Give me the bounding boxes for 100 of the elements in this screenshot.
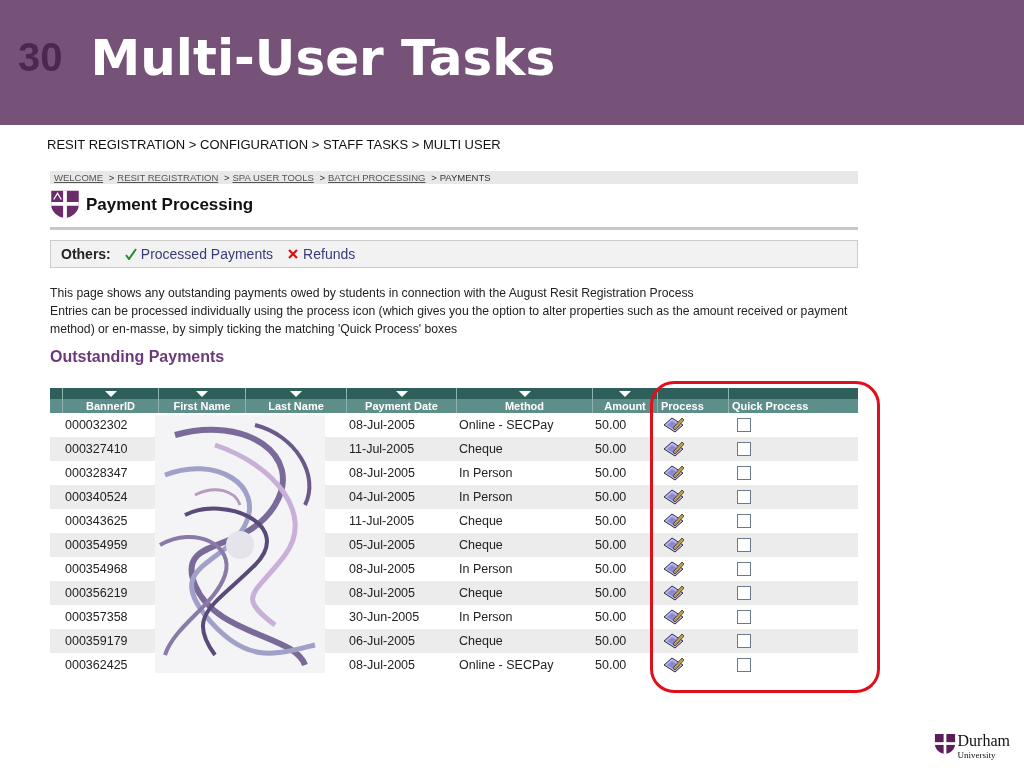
table-cell: 08-Jul-2005 [349, 658, 415, 672]
quick-process-checkbox[interactable] [737, 586, 751, 600]
table-cell: 000354968 [65, 562, 128, 576]
table-cell: 000362425 [65, 658, 128, 672]
description-text: This page shows any outstanding payments owed by students in connection with the August Resit Registration Process [50, 285, 695, 302]
quick-process-checkbox[interactable] [737, 490, 751, 504]
sort-arrow-icon [395, 390, 408, 397]
table-cell: 50.00 [595, 514, 627, 528]
pen-on-card-icon[interactable] [663, 488, 685, 506]
table-cell: 000354959 [65, 538, 128, 552]
table-cell: 000356219 [65, 586, 128, 600]
table-cell: 08-Jul-2005 [349, 586, 415, 600]
table-cell: 50.00 [595, 466, 627, 480]
pen-on-card-icon[interactable] [663, 560, 685, 578]
shield-logo-icon [933, 732, 956, 756]
table-cell: In Person [459, 562, 513, 576]
breadcrumb-link[interactable]: SPA USER TOOLS [232, 172, 314, 183]
breadcrumb-separator: > [108, 172, 115, 183]
table-cell: 08-Jul-2005 [349, 418, 415, 432]
sort-arrow-icon [196, 390, 208, 397]
table-cell: Online - SECPay [459, 658, 554, 672]
pen-on-card-icon[interactable] [663, 608, 685, 626]
table-cell: In Person [459, 466, 513, 480]
table-cell: 50.00 [595, 634, 627, 648]
column-header[interactable]: Payment Date [346, 388, 456, 413]
table-cell: Cheque [459, 634, 503, 648]
quick-process-checkbox[interactable] [737, 538, 751, 552]
table-cell: 08-Jul-2005 [349, 562, 415, 576]
table-cell: 50.00 [595, 418, 627, 432]
pen-on-card-icon[interactable] [663, 584, 685, 602]
others-label: Others: [61, 246, 111, 262]
breadcrumb-link[interactable]: BATCH PROCESSING [328, 172, 426, 183]
table-cell: 08-Jul-2005 [349, 466, 415, 480]
column-header[interactable]: Process [657, 388, 728, 413]
quick-process-checkbox[interactable] [737, 634, 751, 648]
table-cell: 11-Jul-2005 [349, 442, 415, 456]
pen-on-card-icon[interactable] [663, 536, 685, 554]
quick-process-checkbox[interactable] [737, 466, 751, 480]
table-cell: 05-Jul-2005 [349, 538, 415, 552]
column-header[interactable]: BannerID [62, 388, 158, 413]
pen-on-card-icon[interactable] [663, 512, 685, 530]
page-title: Payment Processing [86, 194, 254, 215]
breadcrumb-link[interactable]: RESIT REGISTRATION [117, 172, 219, 183]
quick-process-checkbox[interactable] [737, 418, 751, 432]
cross-icon [287, 248, 300, 260]
table-cell: 50.00 [595, 562, 627, 576]
table-cell: 50.00 [595, 490, 627, 504]
others-link[interactable]: Refunds [303, 246, 356, 262]
table-cell: Cheque [459, 442, 503, 456]
sort-arrow-icon [290, 390, 302, 397]
breadcrumb-link[interactable]: WELCOME [54, 172, 104, 183]
table-cell: 11-Jul-2005 [349, 514, 415, 528]
column-header[interactable]: Last Name [245, 388, 346, 413]
table-cell: In Person [459, 490, 513, 504]
table-cell: 000343625 [65, 514, 128, 528]
navigation-path: RESIT REGISTRATION > CONFIGURATION > STAFF TASKS > MULTI USER [47, 137, 501, 152]
column-header[interactable]: First Name [158, 388, 245, 413]
quick-process-checkbox[interactable] [737, 562, 751, 576]
table-cell: 000340524 [65, 490, 128, 504]
others-link[interactable]: Processed Payments [140, 246, 274, 262]
table-cell: 000327410 [65, 442, 128, 456]
table-cell: 50.00 [595, 610, 627, 624]
table-cell: 000328347 [65, 466, 128, 480]
quick-process-checkbox[interactable] [737, 514, 751, 528]
sort-arrow-icon [518, 390, 531, 397]
breadcrumb-current: PAYMENTS [439, 172, 491, 183]
column-header[interactable]: Method [456, 388, 592, 413]
table-cell: Cheque [459, 514, 503, 528]
breadcrumb-separator: > [223, 172, 230, 183]
pen-on-card-icon[interactable] [663, 440, 685, 458]
breadcrumb-separator: > [431, 172, 437, 183]
logo-name: Durham [957, 732, 1010, 750]
quick-process-checkbox[interactable] [737, 442, 751, 456]
table-cell: 50.00 [595, 442, 627, 456]
quick-process-checkbox[interactable] [737, 610, 751, 624]
quick-process-checkbox[interactable] [737, 658, 751, 672]
pen-on-card-icon[interactable] [663, 416, 685, 434]
table-cell: In Person [459, 610, 513, 624]
section-title: Outstanding Payments [50, 348, 226, 366]
sort-arrow-icon [104, 390, 117, 397]
table-cell: Cheque [459, 586, 503, 600]
table-cell: 000359179 [65, 634, 128, 648]
pen-on-card-icon[interactable] [663, 656, 685, 674]
table-cell: 30-Jun-2005 [349, 610, 420, 624]
table-cell: 50.00 [595, 658, 627, 672]
pen-on-card-icon[interactable] [663, 632, 685, 650]
table-cell: 000032302 [65, 418, 128, 432]
table-cell: 000357358 [65, 610, 128, 624]
pen-on-card-icon[interactable] [663, 464, 685, 482]
column-header[interactable]: Amount [592, 388, 657, 413]
checkmark-icon [124, 248, 137, 260]
sort-arrow-icon [619, 390, 631, 397]
column-header[interactable]: Quick Process [728, 388, 845, 413]
logo-subtitle: University [957, 750, 997, 760]
shield-logo-icon [50, 188, 80, 221]
table-cell: 06-Jul-2005 [349, 634, 415, 648]
breadcrumb-separator: > [319, 172, 325, 183]
slide-title: Multi-User Tasks [90, 28, 556, 87]
table-cell: 50.00 [595, 538, 627, 552]
table-cell: 50.00 [595, 586, 627, 600]
